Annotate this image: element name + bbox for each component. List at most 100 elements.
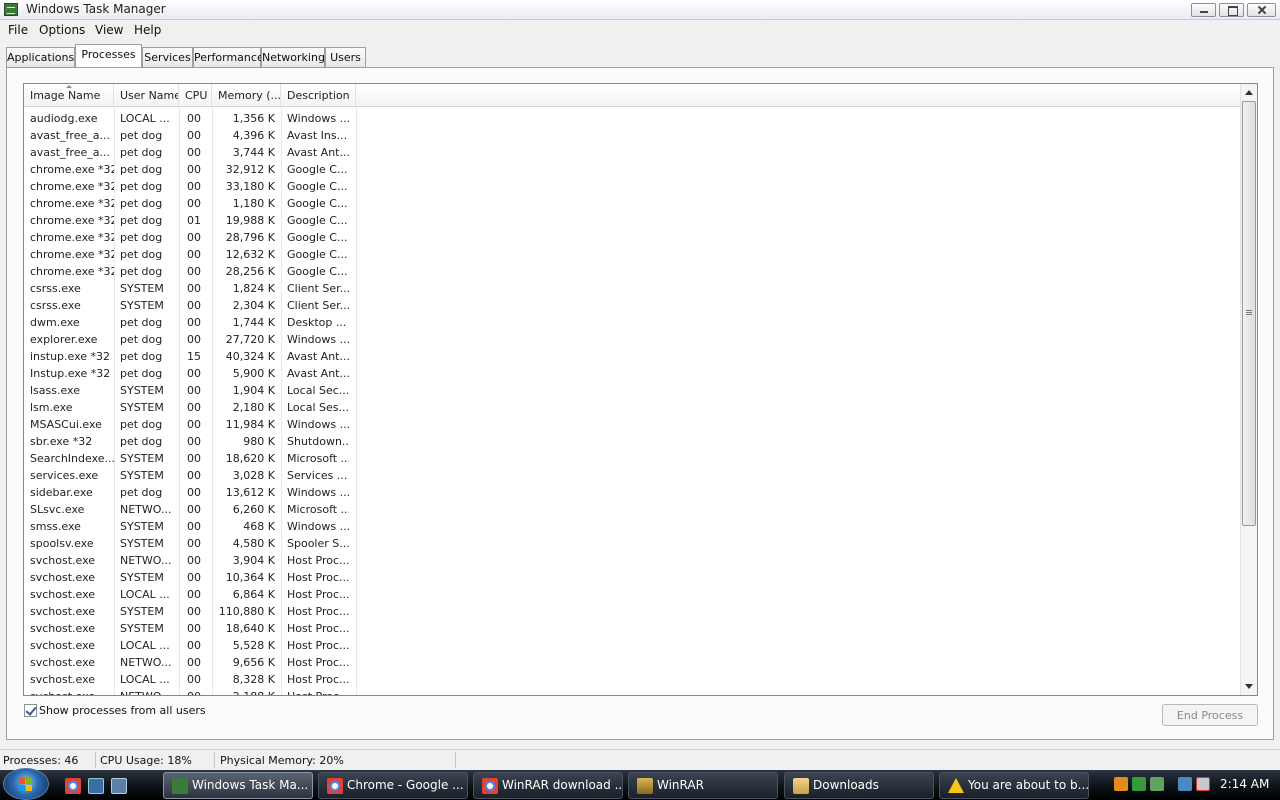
table-row[interactable]: instup.exe *32 pet dog 15 40,324 K Avast Ant… [24,348,1241,365]
table-row[interactable]: SLsvc.exe NETWO... 00 6,260 K Microsoft ... [24,501,1241,518]
process-cpu: 00 [187,486,201,499]
scroll-up-icon[interactable] [1245,90,1253,95]
task-manager-tray-icon[interactable] [1132,777,1146,791]
table-row[interactable]: lsass.exe SYSTEM 00 1,904 K Local Sec... [24,382,1241,399]
process-image-name: lsass.exe [30,384,80,397]
taskbar-item-task-manager[interactable]: Windows Task Ma... [163,772,313,799]
tab-performance[interactable]: Performance [193,47,264,67]
taskbar-item-downloads[interactable]: Downloads [784,772,934,799]
process-user-name: SYSTEM [120,384,164,397]
table-row[interactable]: svchost.exe NETWO... 00 9,656 K Host Proc... [24,654,1241,671]
column-cpu[interactable]: CPU [179,84,212,107]
volume-muted-icon[interactable] [1196,777,1210,791]
process-memory: 5,528 K [232,639,275,652]
process-memory: 11,984 K [225,418,275,431]
tab-networking[interactable]: Networking [261,47,325,67]
display-icon[interactable] [1178,777,1192,791]
process-memory: 32,912 K [225,163,275,176]
taskbar-item-chrome[interactable]: Chrome - Google ... [318,772,468,799]
process-list[interactable]: Image Name User Name CPU Memory (... Des… [23,83,1258,696]
table-row[interactable]: chrome.exe *32 pet dog 00 32,912 K Google C.… [24,161,1241,178]
table-row[interactable]: svchost.exe LOCAL ... 00 8,328 K Host Proc..… [24,671,1241,688]
process-memory: 9,656 K [232,656,275,669]
process-image-name: chrome.exe *32 [30,248,114,261]
checkbox-checked-icon[interactable] [24,704,37,717]
table-row[interactable]: services.exe SYSTEM 00 3,028 K Services ... [24,467,1241,484]
start-button[interactable] [3,768,49,800]
taskbar-item-winrar[interactable]: WinRAR [628,772,778,799]
tab-processes[interactable]: Processes [75,44,142,67]
process-memory: 3,744 K [232,146,275,159]
close-button[interactable] [1247,3,1276,17]
scroll-thumb[interactable] [1242,101,1256,526]
column-user-name[interactable]: User Name [114,84,179,107]
process-image-name: SearchIndexe... [30,452,114,465]
menu-view[interactable]: View [95,23,123,37]
process-description: Windows ... [287,333,349,346]
table-row[interactable]: svchost.exe NETWO... 00 3,904 K Host Proc... [24,552,1241,569]
process-description: Client Ser... [287,299,349,312]
table-row[interactable]: MSASCui.exe pet dog 00 11,984 K Windows ... [24,416,1241,433]
status-divider [214,752,215,768]
table-row[interactable]: csrss.exe SYSTEM 00 2,304 K Client Ser... [24,297,1241,314]
tab-services[interactable]: Services [142,47,193,67]
tab-users[interactable]: Users [325,47,366,67]
table-row[interactable]: svchost.exe NETWO... 00 2,188 K Host Proc... [24,688,1241,695]
chrome-quicklaunch-icon[interactable] [65,778,81,794]
table-row[interactable]: chrome.exe *32 pet dog 00 33,180 K Google C.… [24,178,1241,195]
end-process-button[interactable]: End Process [1162,704,1258,726]
process-cpu: 00 [187,554,201,567]
show-desktop-icon[interactable] [88,778,104,794]
table-row[interactable]: chrome.exe *32 pet dog 00 1,180 K Google C..… [24,195,1241,212]
tab-applications[interactable]: Applications [6,47,75,67]
process-cpu: 00 [187,333,201,346]
table-row[interactable]: csrss.exe SYSTEM 00 1,824 K Client Ser... [24,280,1241,297]
column-memory[interactable]: Memory (... [212,84,281,107]
process-image-name: chrome.exe *32 [30,180,114,193]
table-row[interactable]: chrome.exe *32 pet dog 00 28,256 K Google C.… [24,263,1241,280]
menu-options[interactable]: Options [39,23,85,37]
table-row[interactable]: Instup.exe *32 pet dog 00 5,900 K Avast Ant.… [24,365,1241,382]
process-image-name: svchost.exe [30,656,96,669]
table-row[interactable]: audiodg.exe LOCAL ... 00 1,356 K Windows ... [24,110,1241,127]
table-row[interactable]: sidebar.exe pet dog 00 13,612 K Windows ... [24,484,1241,501]
system-tray: 2:14 AM [1106,770,1280,800]
menu-file[interactable]: File [8,23,28,37]
table-row[interactable]: svchost.exe SYSTEM 00 10,364 K Host Proc... [24,569,1241,586]
process-user-name: SYSTEM [120,622,164,635]
clock[interactable]: 2:14 AM [1220,777,1269,791]
taskbar-item-winrar-download[interactable]: WinRAR download ... [473,772,623,799]
table-row[interactable]: SearchIndexe... SYSTEM 00 18,620 K Microsoft… [24,450,1241,467]
table-row[interactable]: smss.exe SYSTEM 00 468 K Windows ... [24,518,1241,535]
minimize-button[interactable] [1191,3,1216,17]
table-row[interactable]: svchost.exe LOCAL ... 00 6,864 K Host Proc..… [24,586,1241,603]
maximize-button[interactable] [1219,3,1244,17]
table-row[interactable]: sbr.exe *32 pet dog 00 980 K Shutdown... [24,433,1241,450]
table-row[interactable]: avast_free_a... pet dog 00 3,744 K Avast Ant… [24,144,1241,161]
table-row[interactable]: spoolsv.exe SYSTEM 00 4,580 K Spooler S... [24,535,1241,552]
table-row[interactable]: chrome.exe *32 pet dog 01 19,988 K Google C.… [24,212,1241,229]
table-row[interactable]: svchost.exe SYSTEM 00 110,880 K Host Proc... [24,603,1241,620]
column-description[interactable]: Description [281,84,356,107]
table-row[interactable]: explorer.exe pet dog 00 27,720 K Windows ... [24,331,1241,348]
table-row[interactable]: avast_free_a... pet dog 00 4,396 K Avast Ins… [24,127,1241,144]
column-image-name[interactable]: Image Name [24,84,114,107]
process-image-name: svchost.exe [30,605,96,618]
status-physical-memory: Physical Memory: 20% [220,754,344,767]
scroll-down-icon[interactable] [1245,684,1253,689]
menu-help[interactable]: Help [134,23,161,37]
network-icon[interactable] [1150,777,1164,791]
process-image-name: chrome.exe *32 [30,231,114,244]
process-image-name: sbr.exe *32 [30,435,93,448]
table-row[interactable]: chrome.exe *32 pet dog 00 28,796 K Google C.… [24,229,1241,246]
avast-icon[interactable] [1114,777,1128,791]
table-row[interactable]: chrome.exe *32 pet dog 00 12,632 K Google C.… [24,246,1241,263]
switch-windows-icon[interactable] [111,778,127,794]
table-row[interactable]: lsm.exe SYSTEM 00 2,180 K Local Ses... [24,399,1241,416]
table-row[interactable]: svchost.exe SYSTEM 00 18,640 K Host Proc... [24,620,1241,637]
taskbar-item-warning-dialog[interactable]: You are about to b... [939,772,1089,799]
process-cpu: 00 [187,537,201,550]
table-row[interactable]: dwm.exe pet dog 00 1,744 K Desktop ... [24,314,1241,331]
table-row[interactable]: svchost.exe LOCAL ... 00 5,528 K Host Proc..… [24,637,1241,654]
vertical-scrollbar[interactable] [1240,84,1257,695]
